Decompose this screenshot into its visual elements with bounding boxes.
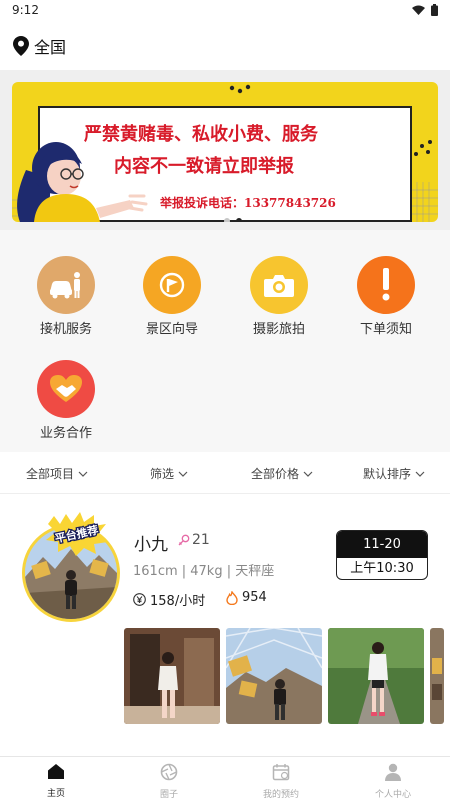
availability-box[interactable]: 11-20 上午10:30 (336, 530, 428, 580)
popularity: 954 (226, 590, 267, 605)
banner-pagination (224, 218, 242, 222)
tab-profile[interactable]: 个人中心 (353, 763, 433, 800)
service-airport-pickup[interactable]: 接机服务 (16, 256, 116, 337)
flag-icon (143, 256, 201, 314)
tab-label: 圈子 (159, 790, 178, 800)
listing-stats: 161cm | 47kg | 天秤座 (133, 564, 275, 579)
tab-home[interactable]: 主页 (16, 763, 96, 799)
photo-thumbnail[interactable] (328, 628, 424, 724)
service-label: 摄影旅拍 (252, 322, 305, 337)
wifi-icon (412, 5, 425, 15)
photo-thumbnail[interactable] (430, 628, 444, 724)
service-scenic-guide[interactable]: 景区向导 (122, 256, 222, 337)
platform-recommend-badge: 平台推荐 (46, 512, 108, 556)
tab-circle[interactable]: 圈子 (129, 763, 209, 800)
battery-icon (431, 4, 438, 16)
tab-label: 主页 (46, 789, 65, 799)
service-order-notice[interactable]: 下单须知 (336, 256, 436, 337)
status-icons (412, 4, 438, 16)
tab-label: 个人中心 (374, 790, 411, 800)
photo-thumbnail[interactable] (124, 628, 220, 724)
filter-label: 全部价格 (251, 467, 300, 481)
camera-icon (250, 256, 308, 314)
filter-bar: 全部项目 筛选 全部价格 默认排序 (0, 452, 450, 494)
user-icon (385, 763, 401, 781)
availability-date: 11-20 (337, 531, 427, 558)
photo-thumbnail[interactable] (226, 628, 322, 724)
listing-card[interactable]: 平台推荐 小九 21 161cm | 47kg | 天秤座 158/小时 954… (0, 494, 450, 756)
filter-all-prices[interactable]: 全部价格 (251, 465, 313, 482)
filter-all-projects[interactable]: 全部项目 (26, 465, 88, 482)
calendar-icon (272, 764, 290, 781)
filter-default-sort[interactable]: 默认排序 (363, 465, 425, 482)
popularity-value: 954 (242, 590, 267, 605)
female-icon (178, 534, 190, 546)
banner-hotline: 举报投诉电话：13377843726 (160, 196, 336, 210)
listing-name: 小九 (134, 535, 168, 555)
service-label: 下单须知 (359, 322, 412, 337)
location-bar: 全国 (0, 22, 450, 70)
gender-age: 21 (178, 532, 210, 548)
banner-woman-illustration (17, 142, 148, 222)
chevron-down-icon (78, 471, 88, 477)
service-photo-travel[interactable]: 摄影旅拍 (229, 256, 329, 337)
chevron-down-icon (415, 471, 425, 477)
filter-label: 默认排序 (363, 467, 412, 481)
yuan-icon (133, 593, 146, 606)
tab-label: 我的预约 (262, 790, 299, 800)
aperture-icon (160, 763, 178, 781)
location-pin-icon[interactable] (13, 36, 29, 56)
status-time: 9:12 (12, 3, 39, 17)
availability-time: 上午10:30 (350, 561, 414, 576)
filter-screen[interactable]: 筛选 (150, 465, 188, 482)
listing-age: 21 (192, 532, 210, 548)
service-label: 景区向导 (145, 322, 198, 337)
banner-area: 严禁黄赌毒、私收小费、服务 内容不一致请立即举报 举报投诉电话：13377843… (0, 70, 450, 230)
handshake-heart-icon (37, 360, 95, 418)
car-person-icon (37, 256, 95, 314)
flame-icon (226, 590, 238, 605)
service-grid: 接机服务 景区向导 摄影旅拍 下单须知 业务合作 (0, 230, 450, 452)
service-label: 接机服务 (39, 322, 92, 337)
price-value: 158/小时 (150, 594, 206, 609)
banner-dot-2[interactable] (236, 218, 242, 222)
price: 158/小时 (133, 590, 205, 609)
chevron-down-icon (303, 471, 313, 477)
service-label: 业务合作 (39, 426, 92, 441)
filter-label: 全部项目 (26, 467, 75, 481)
bottom-tab-bar: 主页 圈子 我的预约 个人中心 (0, 756, 450, 800)
service-business-cooperation[interactable]: 业务合作 (16, 360, 116, 441)
filter-label: 筛选 (150, 467, 175, 481)
banner[interactable]: 严禁黄赌毒、私收小费、服务 内容不一致请立即举报 举报投诉电话：13377843… (12, 82, 438, 222)
photo-strip (124, 628, 444, 724)
location-selector[interactable]: 全国 (34, 34, 66, 58)
tab-my-bookings[interactable]: 我的预约 (241, 763, 321, 800)
chevron-down-icon (178, 471, 188, 477)
exclamation-icon (357, 256, 415, 314)
banner-dot-1[interactable] (224, 218, 230, 222)
status-bar: 9:12 (0, 0, 450, 22)
home-icon (48, 764, 64, 779)
